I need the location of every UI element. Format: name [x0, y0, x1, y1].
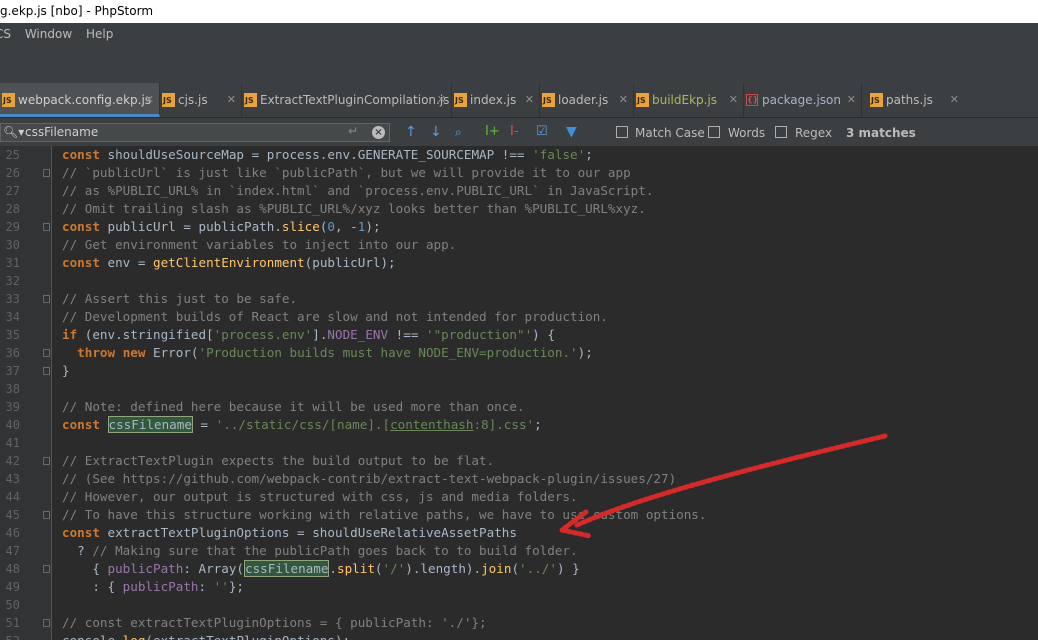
tab-label: webpack.config.ekp.js — [18, 93, 152, 107]
js-file-icon: JS — [870, 93, 883, 107]
regex-checkbox[interactable] — [775, 126, 787, 138]
close-icon[interactable]: ✕ — [950, 83, 959, 117]
window-title-bar: g.ekp.js [nbo] - PhpStorm — [0, 0, 1038, 23]
match-case-checkbox[interactable] — [616, 126, 628, 138]
toolbar-area — [0, 46, 1038, 83]
tab-build-ekp[interactable]: JS buildEkp.js ✕ — [634, 83, 744, 117]
js-file-icon: JS — [636, 93, 649, 107]
js-file-icon: JS — [244, 93, 257, 107]
window-title: g.ekp.js [nbo] - PhpStorm — [0, 4, 154, 18]
code-editor[interactable]: 25 26 27 28 29 30 31 32 33 34 35 36 37 38 39 40 41 42 43 44… — [0, 146, 1038, 640]
find-bar: 🔍︎▾ cssFilename ↵ × ↑ ↓ ⌕ I+ I- ☑ ▼ Matc… — [0, 118, 1038, 147]
filter-icon[interactable]: ▼ — [566, 124, 577, 140]
match-count: 3 matches — [846, 126, 916, 140]
words-label: Words — [728, 126, 766, 140]
search-field[interactable]: 🔍︎▾ cssFilename ↵ × — [0, 123, 390, 142]
menu-help[interactable]: Help — [86, 23, 120, 46]
menu-bar: CS Window Help — [0, 23, 1038, 46]
tab-label: index.js — [470, 93, 517, 107]
tab-label: loader.js — [558, 93, 609, 107]
search-input[interactable]: cssFilename — [25, 125, 98, 139]
menu-window[interactable]: Window — [25, 23, 79, 46]
close-icon[interactable]: ✕ — [847, 83, 856, 117]
tab-label: package.json — [762, 93, 842, 107]
tab-package-json[interactable]: {} package.json ✕ — [744, 83, 862, 117]
tab-loader[interactable]: JS loader.js ✕ — [540, 83, 634, 117]
regex-label: Regex — [795, 126, 833, 140]
annotation-arrow — [556, 433, 888, 539]
tab-extract-text-plugin-compilation[interactable]: JS ExtractTextPluginCompilation.js ✕ — [242, 83, 452, 117]
select-all-occurrences-icon[interactable]: ☑ — [536, 124, 548, 140]
remove-occurrence-icon[interactable]: I- — [510, 124, 519, 140]
tab-index[interactable]: JS index.js ✕ — [452, 83, 540, 117]
annotation-arrow-line — [572, 433, 888, 529]
json-file-icon: {} — [746, 94, 759, 106]
previous-occurrence-icon[interactable]: ↑ — [405, 124, 417, 140]
new-line-icon[interactable]: ↵ — [348, 124, 358, 138]
find-all-icon[interactable]: ⌕ — [455, 124, 462, 140]
tab-label: buildEkp.js — [652, 93, 718, 107]
tab-cjs[interactable]: JS cjs.js ✕ — [160, 83, 242, 117]
close-icon[interactable]: ✕ — [619, 83, 628, 117]
close-icon[interactable]: ✕ — [729, 83, 738, 117]
close-icon[interactable]: ✕ — [437, 83, 446, 117]
js-file-icon: JS — [542, 93, 555, 107]
search-history-icon[interactable]: 🔍︎▾ — [3, 125, 24, 139]
match-case-label: Match Case — [635, 126, 705, 140]
words-checkbox[interactable] — [708, 126, 720, 138]
next-occurrence-icon[interactable]: ↓ — [430, 124, 442, 140]
clear-search-icon[interactable]: × — [372, 126, 385, 139]
tab-label: ExtractTextPluginCompilation.js — [260, 93, 450, 107]
tab-label: paths.js — [886, 93, 933, 107]
editor-tabs: JS webpack.config.ekp.js ✕ JS cjs.js ✕ J… — [0, 83, 1038, 118]
tab-label: cjs.js — [178, 93, 208, 107]
tab-webpack-config[interactable]: JS webpack.config.ekp.js ✕ — [0, 83, 160, 117]
tab-paths[interactable]: JS paths.js ✕ — [868, 83, 964, 117]
close-icon[interactable]: ✕ — [525, 83, 534, 117]
js-file-icon: JS — [2, 93, 15, 107]
close-icon[interactable]: ✕ — [227, 83, 236, 117]
js-file-icon: JS — [454, 93, 467, 107]
js-file-icon: JS — [162, 93, 175, 107]
close-icon[interactable]: ✕ — [145, 83, 154, 117]
add-occurrence-icon[interactable]: I+ — [485, 124, 500, 140]
menu-vcs[interactable]: CS — [0, 23, 18, 46]
